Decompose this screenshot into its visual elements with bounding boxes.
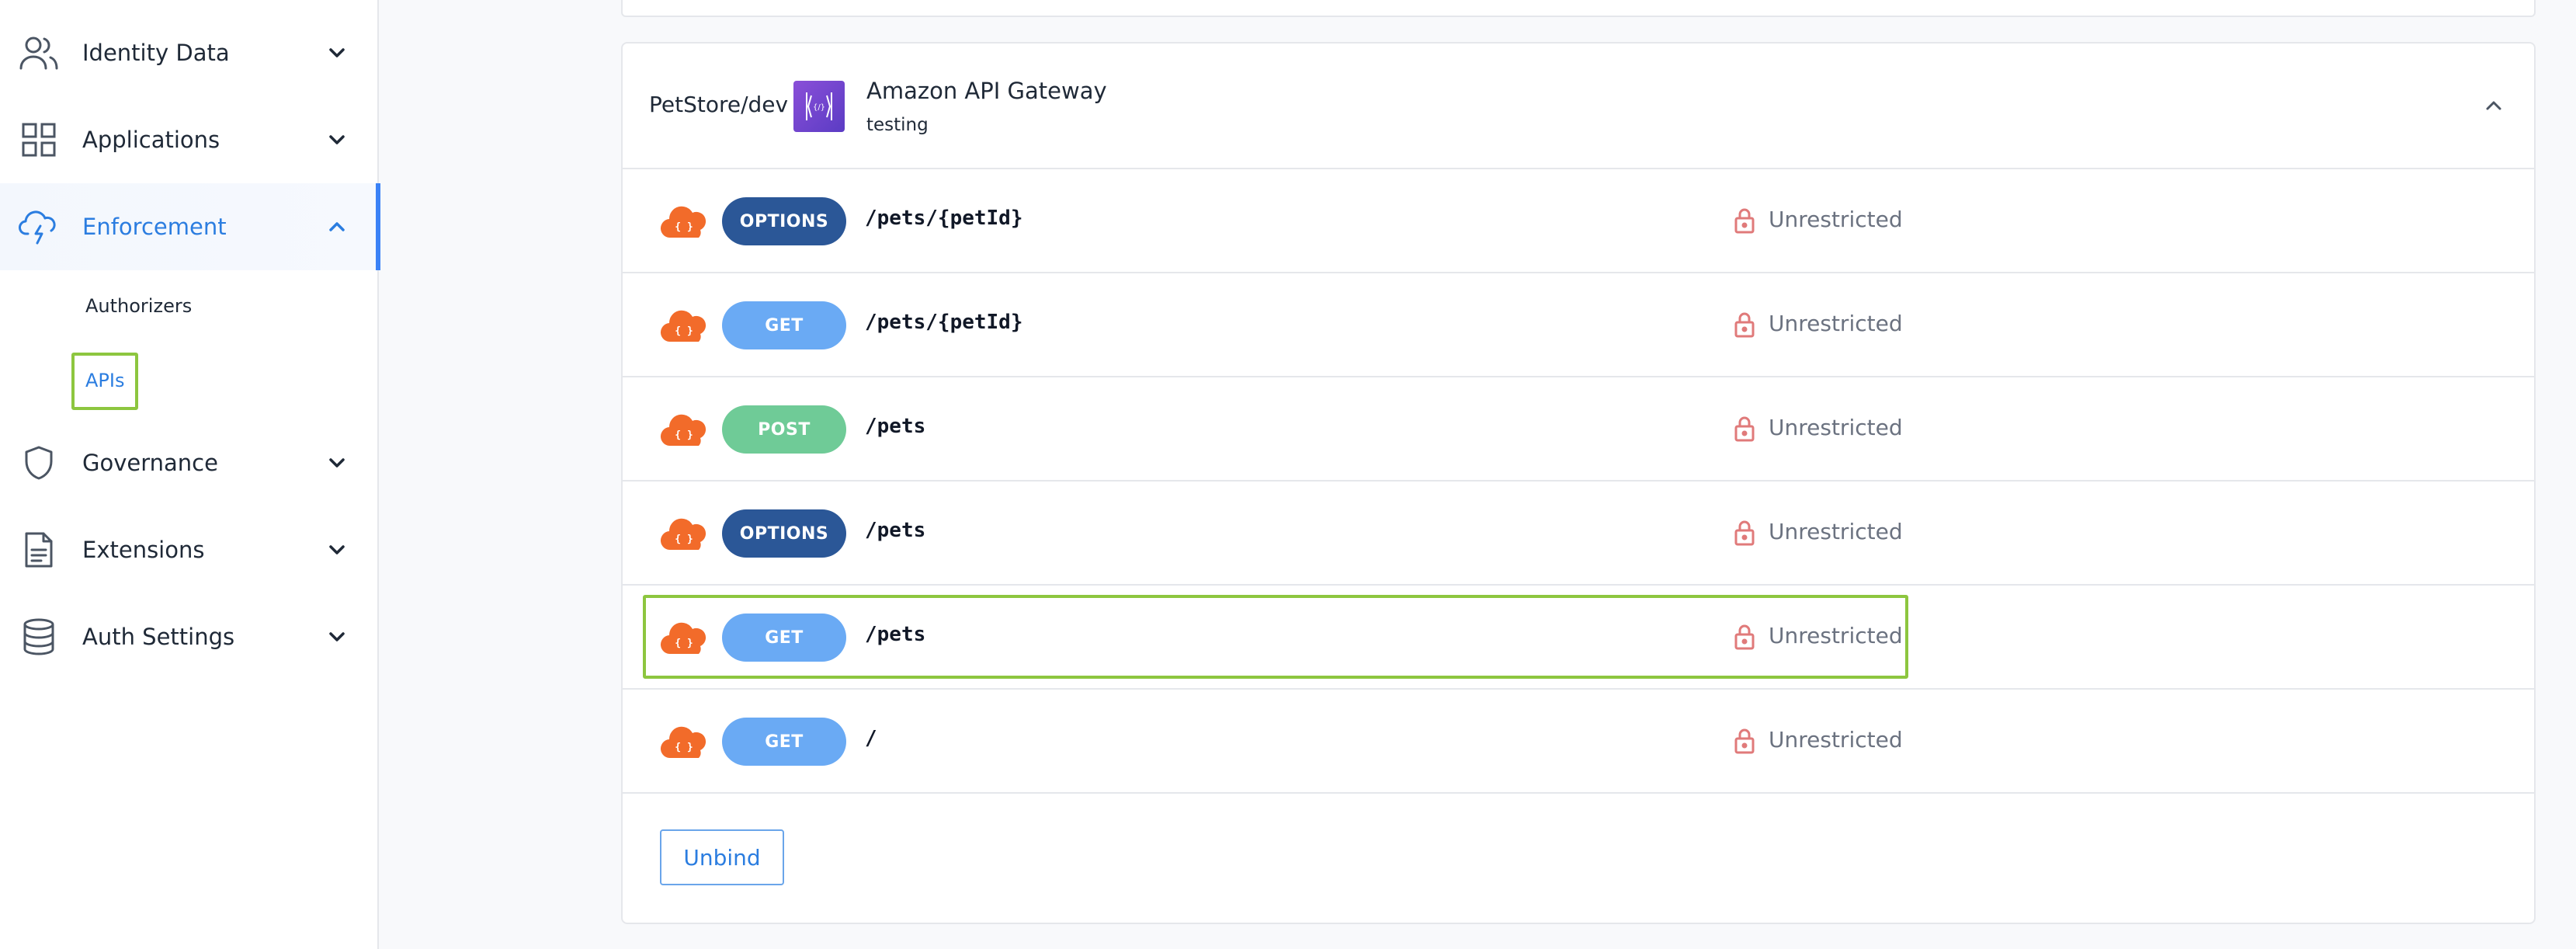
route-path: /pets (865, 519, 926, 542)
svg-text:{ }: { } (675, 742, 693, 753)
route-path: /pets (865, 415, 926, 438)
shield-icon (19, 443, 59, 483)
route-path: /pets/{petId} (865, 207, 1023, 230)
chevron-up-icon[interactable] (2477, 89, 2511, 123)
svg-text:{ }: { } (675, 534, 693, 545)
active-indicator (376, 183, 380, 270)
method-badge: POST (722, 405, 846, 454)
highlight-box-apis (71, 353, 138, 410)
lock-icon (1733, 519, 1756, 547)
database-icon (19, 617, 59, 657)
sidebar-item-auth-settings[interactable]: Auth Settings (0, 593, 379, 680)
grid-icon (19, 120, 59, 160)
highlight-box-route (643, 595, 1908, 679)
chevron-up-icon (321, 211, 352, 242)
access-status[interactable]: Unrestricted (1769, 727, 1903, 753)
chevron-down-icon (321, 37, 352, 68)
sidebar-item-label: Identity Data (82, 40, 230, 66)
access-status[interactable]: Unrestricted (1769, 311, 1903, 336)
sidebar: Identity Data Applications Enforcement A… (0, 0, 380, 949)
method-badge: OPTIONS (722, 509, 846, 558)
lock-icon (1733, 727, 1756, 755)
chevron-down-icon (321, 621, 352, 652)
sidebar-item-label: Enforcement (82, 214, 227, 240)
gateway-card: PetStore/dev {/} Amazon API Gateway test… (621, 42, 2536, 924)
sidebar-item-enforcement[interactable]: Enforcement (0, 183, 380, 270)
gateway-card-header[interactable]: PetStore/dev {/} Amazon API Gateway test… (623, 43, 2534, 169)
access-status[interactable]: Unrestricted (1769, 207, 1903, 232)
sidebar-item-label: Applications (82, 127, 220, 153)
previous-gateway-card (621, 0, 2536, 17)
svg-text:{ }: { } (675, 325, 693, 337)
access-status[interactable]: Unrestricted (1769, 519, 1903, 544)
svg-text:{ }: { } (675, 429, 693, 441)
cloud-api-icon: { } (660, 724, 710, 760)
chevron-down-icon (321, 534, 352, 565)
sidebar-item-applications[interactable]: Applications (0, 96, 379, 183)
lock-icon (1733, 311, 1756, 339)
cloud-api-icon: { } (660, 308, 710, 343)
route-row[interactable]: { } POST/pets Unrestricted (623, 377, 2534, 481)
api-gateway-icon: {/} (793, 81, 845, 132)
stage-name: PetStore/dev (649, 92, 789, 117)
svg-text:{/}: {/} (813, 103, 825, 112)
sidebar-item-governance[interactable]: Governance (0, 419, 379, 506)
users-icon (19, 33, 59, 73)
method-badge: GET (722, 301, 846, 349)
access-status[interactable]: Unrestricted (1769, 415, 1903, 440)
chevron-down-icon (321, 447, 352, 478)
route-path: /pets/{petId} (865, 311, 1023, 334)
gateway-title: Amazon API Gateway (866, 78, 1107, 104)
lock-icon (1733, 207, 1756, 235)
method-badge: OPTIONS (722, 197, 846, 245)
gateway-subtitle: testing (866, 115, 929, 135)
route-row[interactable]: { } OPTIONS/pets Unrestricted (623, 481, 2534, 586)
sidebar-item-identity-data[interactable]: Identity Data (0, 9, 379, 96)
lock-icon (1733, 415, 1756, 443)
route-row[interactable]: { } OPTIONS/pets/{petId} Unrestricted (623, 169, 2534, 273)
sidebar-item-extensions[interactable]: Extensions (0, 506, 379, 593)
route-row[interactable]: { } GET/pets/{petId} Unrestricted (623, 273, 2534, 377)
cloud-api-icon: { } (660, 516, 710, 551)
route-path: / (865, 727, 877, 750)
cloud-bolt-icon (19, 207, 59, 247)
cloud-api-icon: { } (660, 203, 710, 239)
sidebar-item-label: Extensions (82, 537, 205, 563)
svg-text:{ }: { } (675, 221, 693, 233)
sidebar-item-label: Governance (82, 450, 218, 476)
cloud-api-icon: { } (660, 412, 710, 447)
method-badge: GET (722, 718, 846, 766)
sidebar-subitem-authorizers[interactable]: Authorizers (85, 295, 192, 317)
route-row[interactable]: { } GET / Unrestricted (623, 690, 2534, 794)
sidebar-item-label: Auth Settings (82, 624, 235, 650)
chevron-down-icon (321, 124, 352, 155)
unbind-button[interactable]: Unbind (660, 829, 784, 885)
document-icon (19, 530, 59, 570)
